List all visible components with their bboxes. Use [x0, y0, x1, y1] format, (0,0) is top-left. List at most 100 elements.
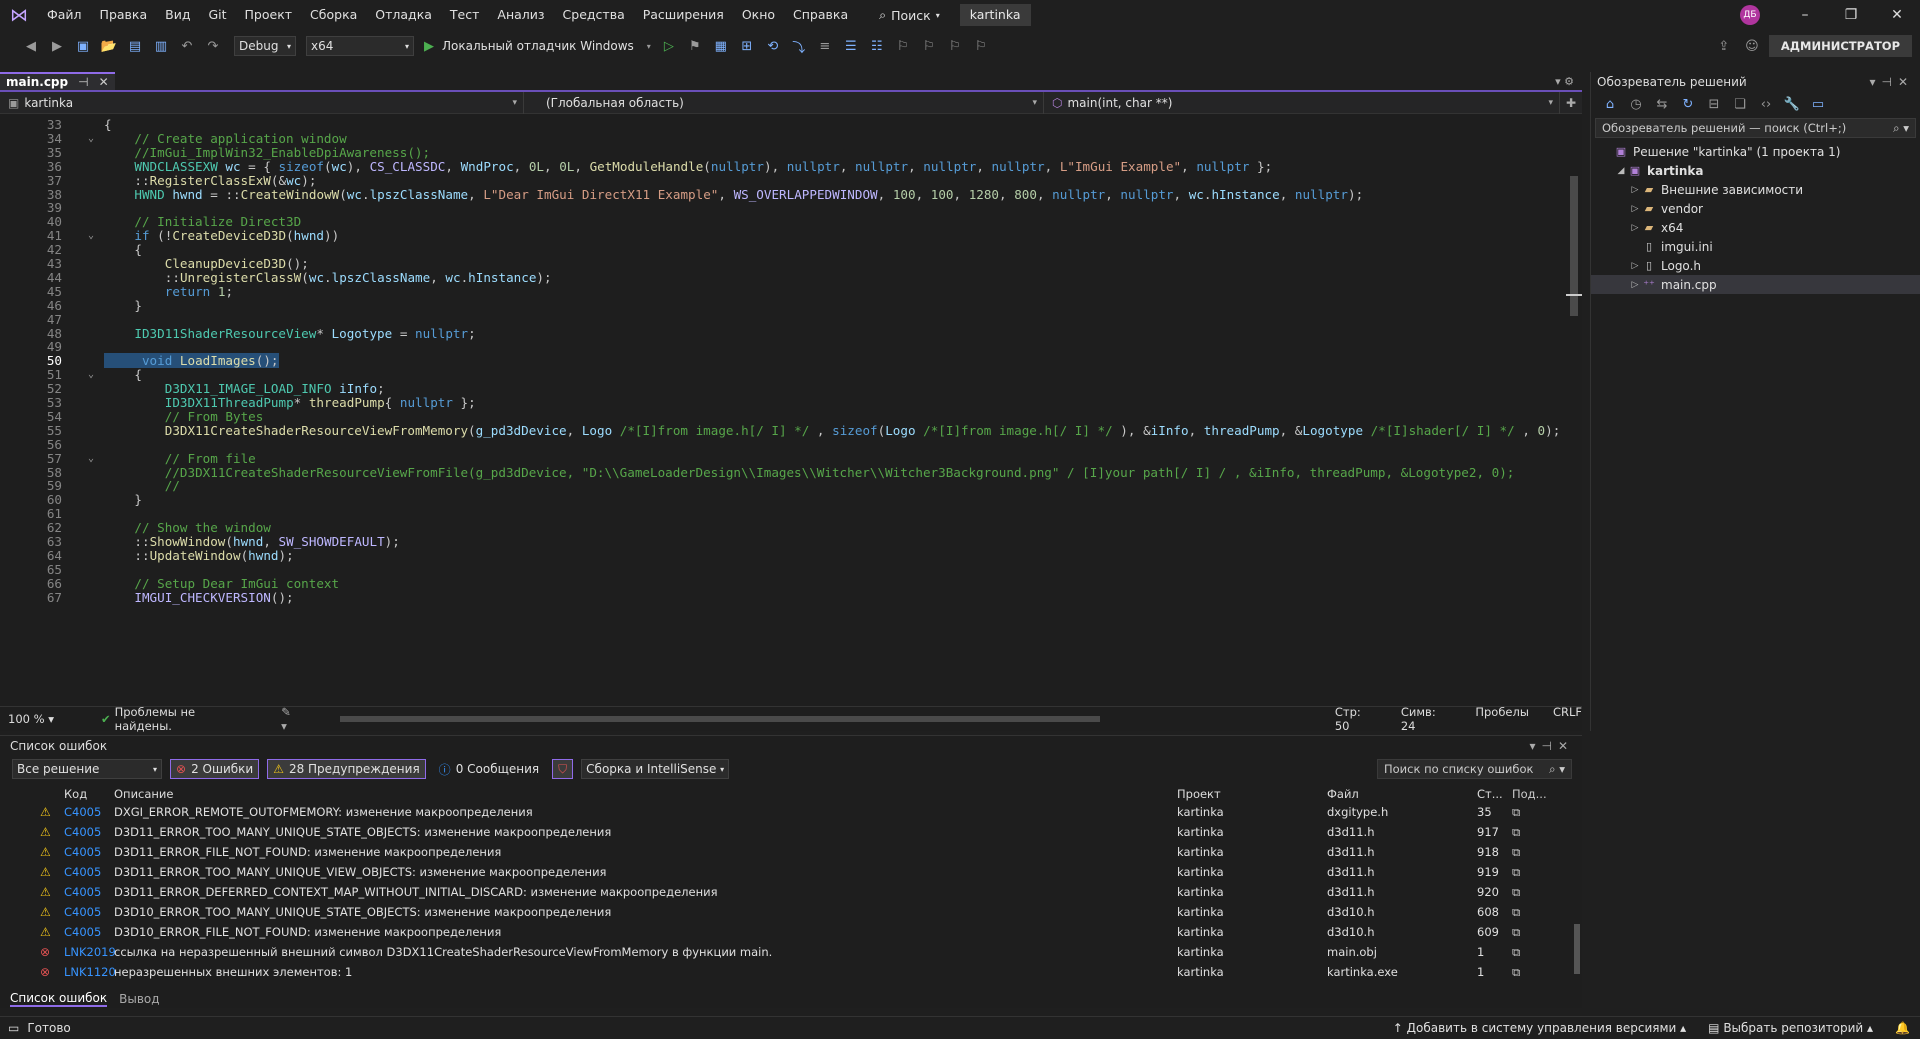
history-icon[interactable]: ◷: [1625, 93, 1647, 115]
step-icon[interactable]: ⤵: [788, 35, 810, 57]
menu-item[interactable]: Окно: [733, 0, 784, 30]
properties-icon[interactable]: 🔧: [1781, 93, 1803, 115]
scope-filter-select[interactable]: Все решение ▾: [12, 759, 162, 779]
forward-icon[interactable]: ▶: [46, 35, 68, 57]
suppression-icon[interactable]: ⧉: [1512, 865, 1520, 880]
configuration-select[interactable]: Debug ▾: [234, 36, 296, 56]
sync-icon[interactable]: ⇆: [1651, 93, 1673, 115]
error-code[interactable]: LNK1120: [64, 965, 116, 979]
tree-item[interactable]: ◢ ▣ kartinka: [1591, 161, 1920, 180]
tree-item[interactable]: ▣ Решение "kartinka" (1 проекта 1): [1591, 142, 1920, 161]
tab-main-cpp[interactable]: main.cpp ⊣ ✕: [0, 72, 115, 90]
suppression-icon[interactable]: ⧉: [1512, 825, 1520, 840]
column-header[interactable]: Проект: [1177, 787, 1221, 801]
close-icon[interactable]: ✕: [99, 75, 109, 89]
start-debugging-button[interactable]: Локальный отладчик Windows: [442, 39, 634, 53]
member-dropdown[interactable]: ⬡ main(int, char **) ▾: [1044, 91, 1560, 114]
table-row[interactable]: ⚠ C4005 D3D10_ERROR_FILE_NOT_FOUND: измене…: [0, 922, 1572, 942]
error-code[interactable]: C4005: [64, 885, 101, 899]
save-icon[interactable]: ▤: [124, 35, 146, 57]
expand-arrow-icon[interactable]: ▷: [1629, 223, 1641, 233]
code-area[interactable]: 33{34 ⌄ // Create application window 35 //…: [0, 116, 1565, 706]
clear-bookmarks-icon[interactable]: ⚐: [970, 35, 992, 57]
table-row[interactable]: ⚠ C4005 D3D11_ERROR_TOO_MANY_UNIQUE_VIEW_O…: [0, 862, 1572, 882]
tree-item[interactable]: ▯ imgui.ini: [1591, 237, 1920, 256]
open-folder-icon[interactable]: 📂: [98, 35, 120, 57]
menu-item[interactable]: Git: [199, 0, 235, 30]
error-code[interactable]: C4005: [64, 905, 101, 919]
undo-icon[interactable]: ↶: [176, 35, 198, 57]
platform-select[interactable]: x64 ▾: [306, 36, 414, 56]
table-row[interactable]: ⚠ C4005 D3D11_ERROR_DEFERRED_CONTEXT_MAP_W…: [0, 882, 1572, 902]
panel-controls-icon[interactable]: ▾⊣✕: [1529, 739, 1582, 753]
hot-reload-icon[interactable]: ⟲: [762, 35, 784, 57]
prev-bookmark-icon[interactable]: ⚐: [918, 35, 940, 57]
expand-arrow-icon[interactable]: ▷: [1629, 280, 1641, 290]
tree-item[interactable]: ▷ ⁺⁺ main.cpp: [1591, 275, 1920, 294]
suppression-icon[interactable]: ⧉: [1512, 905, 1520, 920]
menu-item[interactable]: Анализ: [488, 0, 553, 30]
browser-link-icon[interactable]: ▦: [710, 35, 732, 57]
column-header[interactable]: Файл: [1327, 787, 1359, 801]
tree-item[interactable]: ▷ ▯ Logo.h: [1591, 256, 1920, 275]
scrollbar-thumb[interactable]: [339, 716, 1100, 722]
expand-arrow-icon[interactable]: ▷: [1629, 204, 1641, 214]
home-icon[interactable]: ⌂: [1599, 93, 1621, 115]
tree-item[interactable]: ▷ ▰ x64: [1591, 218, 1920, 237]
refresh-icon[interactable]: ↻: [1677, 93, 1699, 115]
column-header[interactable]: Ст...: [1477, 787, 1503, 801]
expand-arrow-icon[interactable]: ▷: [1629, 261, 1641, 271]
minimize-button[interactable]: –: [1782, 0, 1828, 30]
line-ending-indicator[interactable]: CRLF: [1553, 705, 1582, 733]
show-all-files-icon[interactable]: ❏: [1729, 93, 1751, 115]
column-indicator[interactable]: Симв: 24: [1401, 705, 1452, 733]
error-list-scrollbar[interactable]: [1572, 784, 1582, 984]
table-row[interactable]: ⊗ LNK1120 неразрешенных внешних элементов:…: [0, 962, 1572, 982]
suppression-icon[interactable]: ⧉: [1512, 805, 1520, 820]
menu-item[interactable]: Справка: [784, 0, 857, 30]
menu-item[interactable]: Проект: [236, 0, 302, 30]
error-search-input[interactable]: Поиск по списку ошибок ⌕ ▾: [1377, 759, 1572, 779]
split-icon[interactable]: ✚: [1560, 96, 1582, 110]
menu-item[interactable]: Тест: [441, 0, 488, 30]
expand-arrow-icon[interactable]: ▷: [1629, 185, 1641, 195]
suppression-icon[interactable]: ⧉: [1512, 925, 1520, 940]
tree-item[interactable]: ▷ ▰ vendor: [1591, 199, 1920, 218]
table-row[interactable]: ⚠ C4005 D3D11_ERROR_TOO_MANY_UNIQUE_STATE_…: [0, 822, 1572, 842]
build-filter-select[interactable]: Сборка и IntelliSense ▾: [581, 759, 730, 779]
menu-item[interactable]: Отладка: [366, 0, 441, 30]
table-row[interactable]: ⚠ C4005 D3D11_ERROR_FILE_NOT_FOUND: измене…: [0, 842, 1572, 862]
error-code[interactable]: C4005: [64, 865, 101, 879]
suppression-icon[interactable]: ⧉: [1512, 965, 1520, 980]
tab-error-list[interactable]: Список ошибок: [10, 991, 108, 1007]
scope-dropdown[interactable]: (Глобальная область) ▾: [524, 91, 1044, 114]
bookmark-icon[interactable]: ⚐: [892, 35, 914, 57]
solution-search-input[interactable]: Обозреватель решений — поиск (Ctrl+;) ⌕ …: [1595, 118, 1916, 138]
error-code[interactable]: C4005: [64, 925, 101, 939]
close-window-button[interactable]: ✕: [1874, 0, 1920, 30]
error-code[interactable]: C4005: [64, 845, 101, 859]
table-row[interactable]: ⚠ C4005 D3D10_ERROR_TOO_MANY_UNIQUE_STATE_…: [0, 902, 1572, 922]
notifications-icon[interactable]: 🔔: [1895, 1021, 1910, 1035]
tree-item[interactable]: ▷ ▰ Внешние зависимости: [1591, 180, 1920, 199]
table-row[interactable]: ⚠ C4005 DXGI_ERROR_REMOTE_OUTOFMEMORY: изм…: [0, 802, 1572, 822]
menu-item[interactable]: Правка: [91, 0, 157, 30]
editor-vertical-scrollbar[interactable]: [1566, 116, 1582, 706]
suppression-icon[interactable]: ⧉: [1512, 845, 1520, 860]
code-line[interactable]: 67 IMGUI_CHECKVERSION();: [0, 589, 1565, 606]
save-all-icon[interactable]: ▥: [150, 35, 172, 57]
select-repository-button[interactable]: ▤ Выбрать репозиторий ▴: [1708, 1021, 1873, 1035]
pin-icon[interactable]: ⊣: [78, 75, 88, 89]
restore-button[interactable]: ❐: [1828, 0, 1874, 30]
suppression-icon[interactable]: ⧉: [1512, 945, 1520, 960]
chevron-down-icon[interactable]: ▾: [644, 35, 654, 57]
menu-item[interactable]: Средства: [554, 0, 634, 30]
uncomment-icon[interactable]: ☷: [866, 35, 888, 57]
suppression-icon[interactable]: ⧉: [1512, 885, 1520, 900]
format-icon[interactable]: ≡: [814, 35, 836, 57]
scrollbar-thumb[interactable]: [1574, 924, 1580, 974]
window-layout-icon[interactable]: ⊞: [736, 35, 758, 57]
back-icon[interactable]: ◀: [20, 35, 42, 57]
add-to-source-control-button[interactable]: ↑ Добавить в систему управления версиями…: [1393, 1021, 1686, 1035]
zoom-select[interactable]: 100 % ▾: [0, 712, 61, 726]
